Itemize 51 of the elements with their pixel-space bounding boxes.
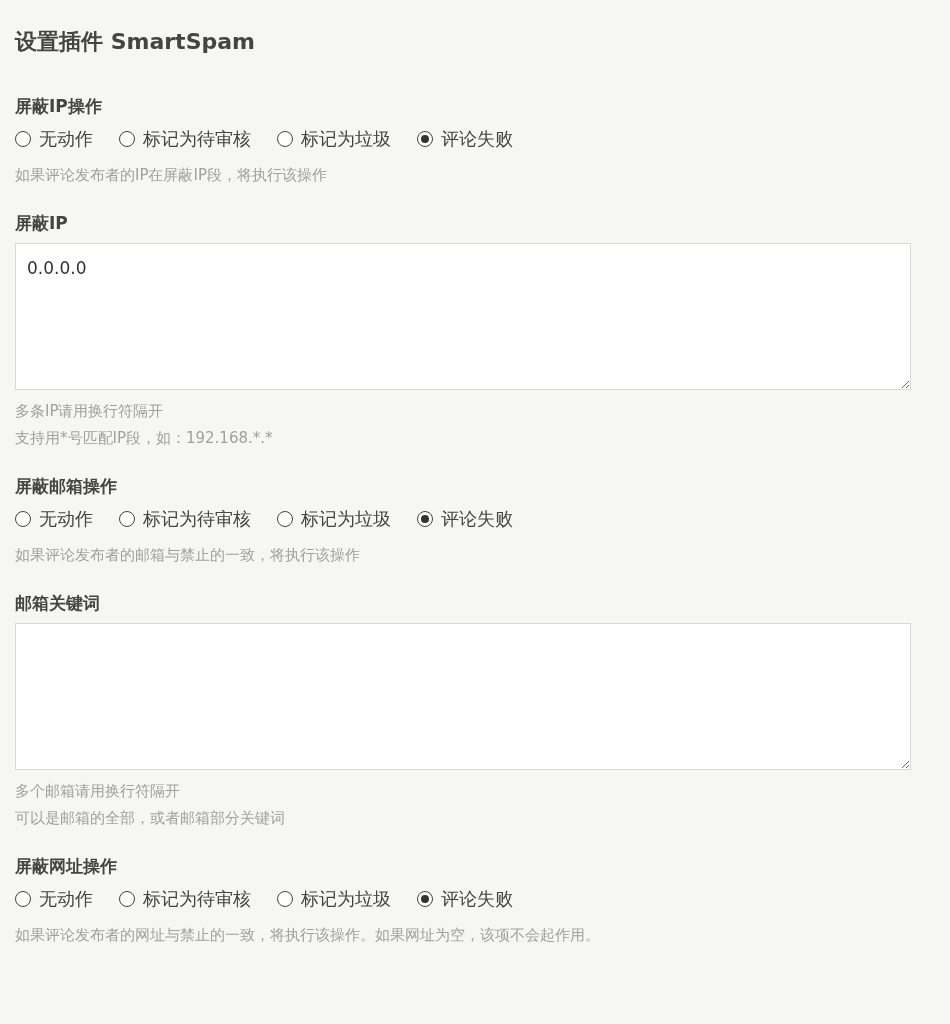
field-label: 邮箱关键词 bbox=[15, 592, 101, 615]
radio-option[interactable]: 标记为待审核 bbox=[119, 886, 251, 912]
radio-button[interactable] bbox=[277, 511, 293, 527]
radio-option[interactable]: 标记为待审核 bbox=[119, 126, 251, 152]
text-area-field[interactable] bbox=[15, 623, 911, 770]
radio-label: 评论失败 bbox=[441, 507, 513, 531]
radio-button[interactable] bbox=[277, 131, 293, 147]
help-text: 多个邮箱请用换行符隔开 bbox=[15, 781, 181, 802]
page-title: 设置插件 SmartSpam bbox=[15, 28, 256, 56]
radio-label: 标记为待审核 bbox=[143, 507, 251, 531]
radio-option[interactable]: 标记为垃圾 bbox=[277, 506, 391, 532]
radio-button[interactable] bbox=[15, 131, 31, 147]
text-area-field[interactable]: 0.0.0.0 bbox=[15, 243, 911, 390]
radio-option[interactable]: 标记为垃圾 bbox=[277, 126, 391, 152]
radio-option[interactable]: 评论失败 bbox=[417, 126, 513, 152]
radio-label: 标记为垃圾 bbox=[301, 127, 391, 151]
help-text: 支持用*号匹配IP段，如：192.168.*.* bbox=[15, 428, 274, 449]
help-text: 如果评论发布者的邮箱与禁止的一致，将执行该操作 bbox=[15, 545, 361, 566]
radio-label: 无动作 bbox=[39, 887, 93, 911]
radio-option[interactable]: 无动作 bbox=[15, 126, 93, 152]
help-text: 可以是邮箱的全部，或者邮箱部分关键词 bbox=[15, 808, 286, 829]
radio-button[interactable] bbox=[119, 131, 135, 147]
help-text: 多条IP请用换行符隔开 bbox=[15, 401, 165, 422]
radio-button[interactable] bbox=[277, 891, 293, 907]
field-label: 屏蔽网址操作 bbox=[15, 855, 118, 878]
radio-option[interactable]: 评论失败 bbox=[417, 506, 513, 532]
radio-button[interactable] bbox=[417, 891, 433, 907]
help-text: 如果评论发布者的IP在屏蔽IP段，将执行该操作 bbox=[15, 165, 328, 186]
radio-option[interactable]: 无动作 bbox=[15, 506, 93, 532]
radio-label: 评论失败 bbox=[441, 127, 513, 151]
radio-option[interactable]: 标记为垃圾 bbox=[277, 886, 391, 912]
radio-label: 评论失败 bbox=[441, 887, 513, 911]
radio-label: 无动作 bbox=[39, 507, 93, 531]
radio-option[interactable]: 无动作 bbox=[15, 886, 93, 912]
radio-button[interactable] bbox=[119, 511, 135, 527]
radio-option[interactable]: 评论失败 bbox=[417, 886, 513, 912]
radio-button[interactable] bbox=[417, 131, 433, 147]
help-text: 如果评论发布者的网址与禁止的一致，将执行该操作。如果网址为空，该项不会起作用。 bbox=[15, 925, 601, 946]
radio-label: 标记为待审核 bbox=[143, 127, 251, 151]
radio-button[interactable] bbox=[15, 891, 31, 907]
radio-label: 标记为待审核 bbox=[143, 887, 251, 911]
radio-button[interactable] bbox=[119, 891, 135, 907]
radio-label: 标记为垃圾 bbox=[301, 507, 391, 531]
radio-button[interactable] bbox=[15, 511, 31, 527]
radio-button[interactable] bbox=[417, 511, 433, 527]
radio-label: 无动作 bbox=[39, 127, 93, 151]
field-label: 屏蔽IP操作 bbox=[15, 95, 103, 118]
field-label: 屏蔽邮箱操作 bbox=[15, 475, 118, 498]
radio-label: 标记为垃圾 bbox=[301, 887, 391, 911]
radio-option[interactable]: 标记为待审核 bbox=[119, 506, 251, 532]
field-label: 屏蔽IP bbox=[15, 212, 69, 235]
